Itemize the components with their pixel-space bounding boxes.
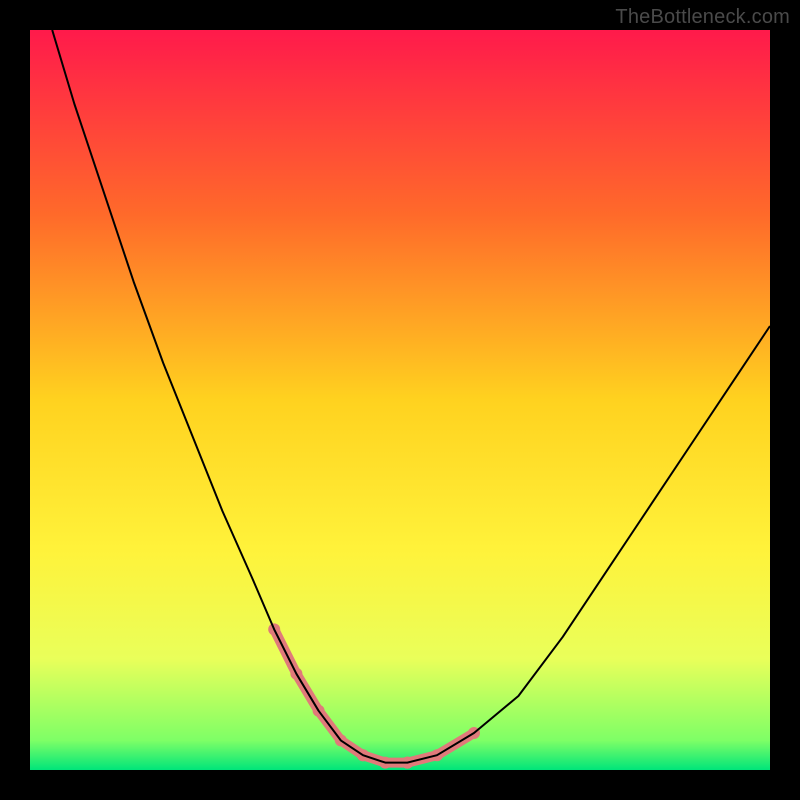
series-valley-marker-left [274,629,363,755]
series-bottleneck-curve [52,30,770,763]
chart-stage: TheBottleneck.com [0,0,800,800]
plot-area [30,30,770,770]
curve-layer [30,30,770,770]
watermark-text: TheBottleneck.com [615,6,790,29]
